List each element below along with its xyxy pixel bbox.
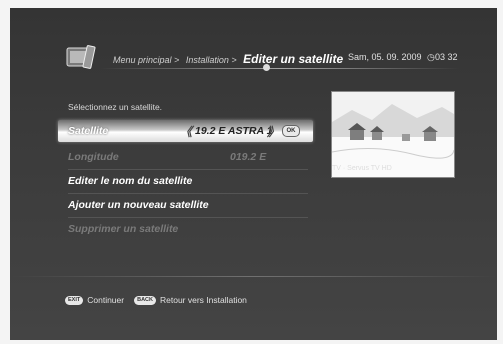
- menu-item-delete-satellite: Supprimer un satellite: [58, 218, 313, 240]
- header-divider: [100, 68, 460, 69]
- time-display: 03 32: [435, 52, 458, 62]
- exit-key-icon[interactable]: EXIT: [65, 295, 84, 305]
- breadcrumb-menu-principal[interactable]: Menu principal >: [113, 55, 179, 65]
- instruction-text: Sélectionnez un satellite.: [68, 102, 163, 112]
- edit-name-label: Editer le nom du satellite: [68, 175, 193, 187]
- chevron-right-icon[interactable]: 》: [267, 123, 279, 140]
- footer: EXIT Continuer BACK Retour vers Installa…: [65, 295, 247, 305]
- tv-screen: Menu principal > Installation > Editer u…: [10, 8, 497, 340]
- add-satellite-label: Ajouter un nouveau satellite: [68, 199, 209, 211]
- menu-item-longitude: Longitude 019.2 E: [58, 146, 313, 168]
- menu-item-add-satellite[interactable]: Ajouter un nouveau satellite: [58, 194, 313, 216]
- ok-button-icon[interactable]: OK: [282, 125, 300, 137]
- longitude-value: 019.2 E: [230, 151, 267, 163]
- menu-item-edit-name[interactable]: Editer le nom du satellite: [58, 170, 313, 192]
- page-title: Editer un satellite: [243, 52, 344, 66]
- date-display: Sam, 05. 09. 2009: [348, 52, 422, 62]
- back-hint: Retour vers Installation: [159, 295, 247, 305]
- breadcrumb-installation[interactable]: Installation >: [186, 55, 237, 65]
- tv-menu-icon: [66, 45, 96, 69]
- breadcrumb: Menu principal > Installation > Editer u…: [113, 52, 343, 66]
- header: Menu principal > Installation > Editer u…: [10, 8, 497, 88]
- chevron-left-icon[interactable]: 《: [180, 123, 192, 140]
- menu-item-satellite[interactable]: Satellite 《 19.2 E ASTRA 1 》 OK: [58, 120, 313, 142]
- exit-hint: Continuer: [87, 295, 125, 305]
- longitude-label: Longitude: [68, 151, 119, 163]
- satellite-label: Satellite: [68, 125, 109, 137]
- footer-divider: [10, 276, 497, 277]
- delete-satellite-label: Supprimer un satellite: [68, 223, 179, 235]
- clock-icon: ◷: [427, 52, 435, 62]
- preview-caption: TV · Servus TV HD: [332, 165, 392, 172]
- back-key-icon[interactable]: BACK: [134, 295, 156, 305]
- satellite-value: 19.2 E ASTRA 1: [195, 125, 273, 137]
- header-marker: [263, 64, 270, 71]
